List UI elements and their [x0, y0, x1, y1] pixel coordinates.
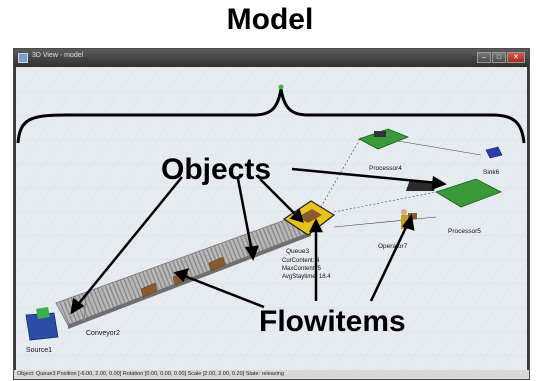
processor5-label: Processor5 — [448, 228, 481, 235]
window-app-icon — [18, 53, 28, 63]
queue-avg-staytime: AvgStaytime: 18.4 — [282, 274, 331, 280]
status-bar: Object: Queue3 Position [-6.00, 2.00, 0.… — [14, 370, 529, 379]
maximize-button[interactable]: □ — [492, 52, 506, 63]
model-title: Model — [226, 3, 314, 36]
operator-head — [401, 209, 407, 215]
source-label: Source1 — [26, 347, 52, 354]
sink-label: Sink6 — [483, 169, 500, 176]
3d-view-window[interactable]: 3D View - model – □ ✕ Source1 Conveyor2 … — [13, 48, 530, 380]
conveyor-label: Conveyor2 — [86, 330, 120, 337]
close-button[interactable]: ✕ — [507, 52, 525, 63]
brace-tip-marker — [278, 84, 284, 90]
flowitems-annotation: Flowitems — [259, 305, 406, 338]
window-title: 3D View - model — [32, 52, 84, 59]
source-top — [36, 307, 50, 319]
queue-label: Queue3 — [286, 248, 310, 255]
processor4-label: Processor4 — [369, 165, 402, 172]
scene-canvas[interactable]: Source1 Conveyor2 Queue3 CurContent: 4 M… — [16, 67, 527, 370]
processor4-belt — [374, 131, 386, 137]
queue-cur-content: CurContent: 4 — [282, 258, 320, 264]
operator-label: Operator7 — [378, 243, 408, 250]
window-titlebar[interactable]: 3D View - model – □ ✕ — [14, 49, 529, 67]
3d-viewport[interactable]: Source1 Conveyor2 Queue3 CurContent: 4 M… — [16, 67, 527, 370]
minimize-button[interactable]: – — [477, 52, 491, 63]
